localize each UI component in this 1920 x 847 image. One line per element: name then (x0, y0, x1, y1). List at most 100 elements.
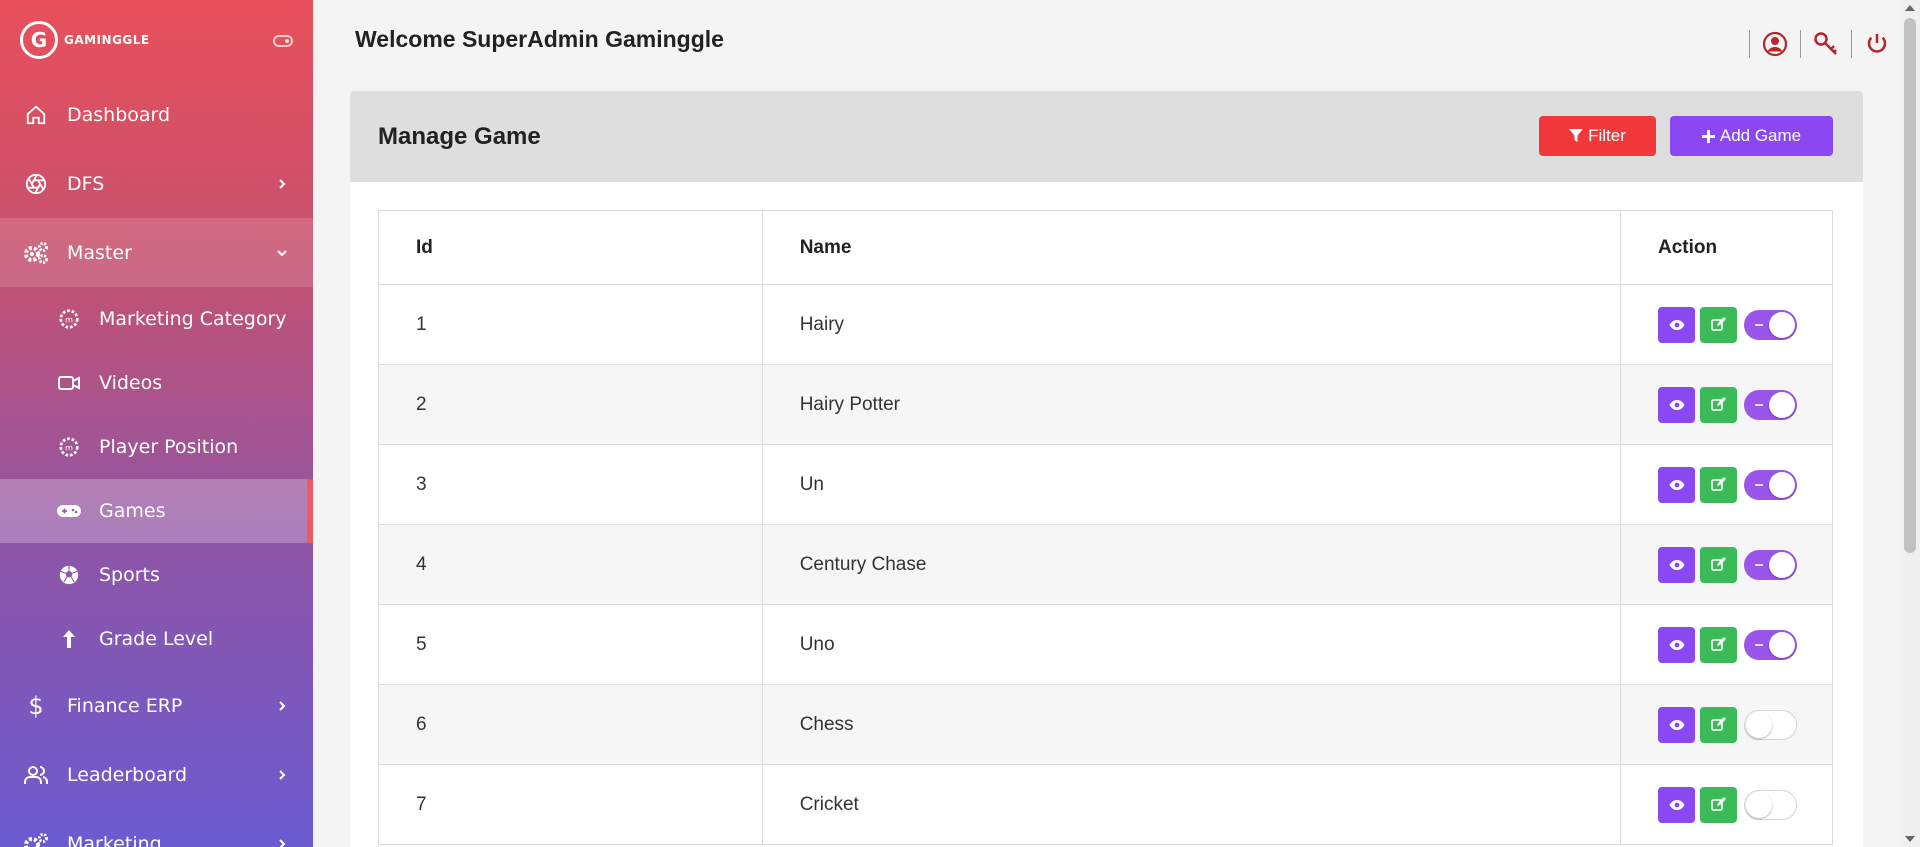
status-toggle[interactable] (1744, 469, 1798, 500)
column-header-id: Id (378, 210, 763, 285)
add-game-button[interactable]: Add Game (1670, 116, 1833, 156)
row-actions (1658, 306, 1832, 343)
status-toggle[interactable] (1744, 789, 1798, 820)
home-icon (22, 101, 50, 129)
cell-name: Hairy (761, 284, 1622, 365)
sidebar-item-finance-erp[interactable]: $ Finance ERP (0, 671, 313, 740)
card-header: Manage Game Filter Add Game (350, 91, 1863, 182)
svg-text:$: $ (28, 693, 43, 719)
sidebar-item-label: Player Position (99, 436, 239, 458)
view-button[interactable] (1658, 306, 1696, 343)
sidebar-item-games[interactable]: Games (0, 479, 313, 543)
status-toggle[interactable] (1744, 389, 1798, 420)
edit-button[interactable] (1700, 786, 1738, 823)
filter-button[interactable]: Filter (1539, 116, 1656, 156)
cell-name: Cricket (761, 764, 1622, 845)
scroll-down-arrow-icon[interactable] (1905, 836, 1915, 842)
view-button[interactable] (1658, 626, 1696, 663)
table-row: 6 Chess (378, 684, 1833, 765)
sidebar-item-sports[interactable]: Sports (0, 543, 313, 607)
edit-button[interactable] (1700, 306, 1738, 343)
edit-icon (1711, 797, 1727, 811)
view-button[interactable] (1658, 786, 1696, 823)
row-actions (1658, 626, 1832, 663)
toggle-knob (1769, 471, 1796, 498)
sidebar-item-marketing-category[interactable]: m Marketing Category (0, 287, 313, 351)
sidebar-toggle-icon[interactable] (273, 35, 293, 47)
divider (1800, 30, 1801, 58)
scrollbar-thumb[interactable] (1904, 18, 1916, 553)
sidebar-item-label: Sports (99, 564, 160, 586)
power-icon[interactable] (1864, 31, 1890, 57)
cell-id: 4 (378, 524, 763, 605)
cell-actions (1620, 684, 1833, 765)
edit-button[interactable] (1700, 386, 1738, 423)
chevron-right-icon (275, 837, 289, 847)
gamepad-icon (55, 497, 83, 525)
cell-id: 2 (378, 364, 763, 445)
divider (1749, 30, 1750, 58)
key-icon[interactable] (1813, 31, 1839, 57)
status-toggle[interactable] (1744, 709, 1798, 740)
view-button[interactable] (1658, 386, 1696, 423)
table-row: 3 Un (378, 444, 1833, 525)
sidebar-item-dashboard[interactable]: Dashboard (0, 80, 313, 149)
sidebar-item-label: Dashboard (67, 103, 171, 126)
view-button[interactable] (1658, 546, 1696, 583)
status-toggle[interactable] (1744, 549, 1798, 580)
gears-icon (22, 239, 50, 267)
cell-actions (1620, 284, 1833, 365)
sidebar-item-label: Marketing Category (99, 308, 287, 330)
edit-button[interactable] (1700, 466, 1738, 503)
badge-icon: m (55, 305, 83, 333)
sidebar-item-grade-level[interactable]: Grade Level (0, 607, 313, 671)
sidebar-item-master[interactable]: Master (0, 218, 313, 287)
sidebar-item-player-position[interactable]: m Player Position (0, 415, 313, 479)
plus-icon (1701, 129, 1715, 143)
scroll-up-arrow-icon[interactable] (1905, 5, 1915, 11)
welcome-message: Welcome SuperAdmin Gaminggle (355, 26, 724, 52)
sidebar-item-videos[interactable]: Videos (0, 351, 313, 415)
edit-button[interactable] (1700, 546, 1738, 583)
edit-icon (1711, 637, 1727, 651)
cell-id: 6 (378, 684, 763, 765)
sidebar-item-marketing[interactable]: Marketing (0, 809, 313, 847)
sidebar-item-label: Leaderboard (67, 763, 188, 786)
edit-button[interactable] (1700, 706, 1738, 743)
page-title: Manage Game (378, 123, 541, 150)
cell-name: Uno (761, 604, 1622, 685)
users-icon (22, 761, 50, 789)
gears-icon (22, 830, 50, 847)
sidebar-item-leaderboard[interactable]: Leaderboard (0, 740, 313, 809)
sidebar-item-dfs[interactable]: DFS (0, 149, 313, 218)
brand: G GAMINGGLE (0, 0, 313, 80)
cell-name: Century Chase (761, 524, 1622, 605)
svg-text:m: m (65, 443, 73, 453)
row-actions (1658, 386, 1832, 423)
chevron-right-icon (275, 699, 289, 713)
toggle-knob (1769, 391, 1796, 418)
table-header-row: Id Name Action (378, 210, 1833, 285)
status-toggle[interactable] (1744, 629, 1798, 660)
toggle-knob (1769, 551, 1796, 578)
edit-icon (1711, 397, 1727, 411)
edit-button[interactable] (1700, 626, 1738, 663)
sidebar-item-label: Master (67, 241, 132, 264)
top-header: Welcome SuperAdmin Gaminggle (313, 0, 1900, 80)
table-row: 4 Century Chase (378, 524, 1833, 605)
status-toggle[interactable] (1744, 309, 1798, 340)
row-actions (1658, 466, 1832, 503)
user-profile-icon[interactable] (1762, 31, 1788, 57)
badge-icon: m (55, 433, 83, 461)
sidebar-item-label: Grade Level (99, 628, 214, 650)
row-actions (1658, 546, 1832, 583)
view-button[interactable] (1658, 466, 1696, 503)
table-row: 1 Hairy (378, 284, 1833, 365)
edit-icon (1711, 317, 1727, 331)
view-button[interactable] (1658, 706, 1696, 743)
row-actions (1658, 706, 1832, 743)
column-header-action: Action (1620, 210, 1833, 285)
add-game-button-label: Add Game (1719, 126, 1802, 145)
page-scrollbar[interactable] (1900, 0, 1920, 847)
cell-id: 3 (378, 444, 763, 525)
